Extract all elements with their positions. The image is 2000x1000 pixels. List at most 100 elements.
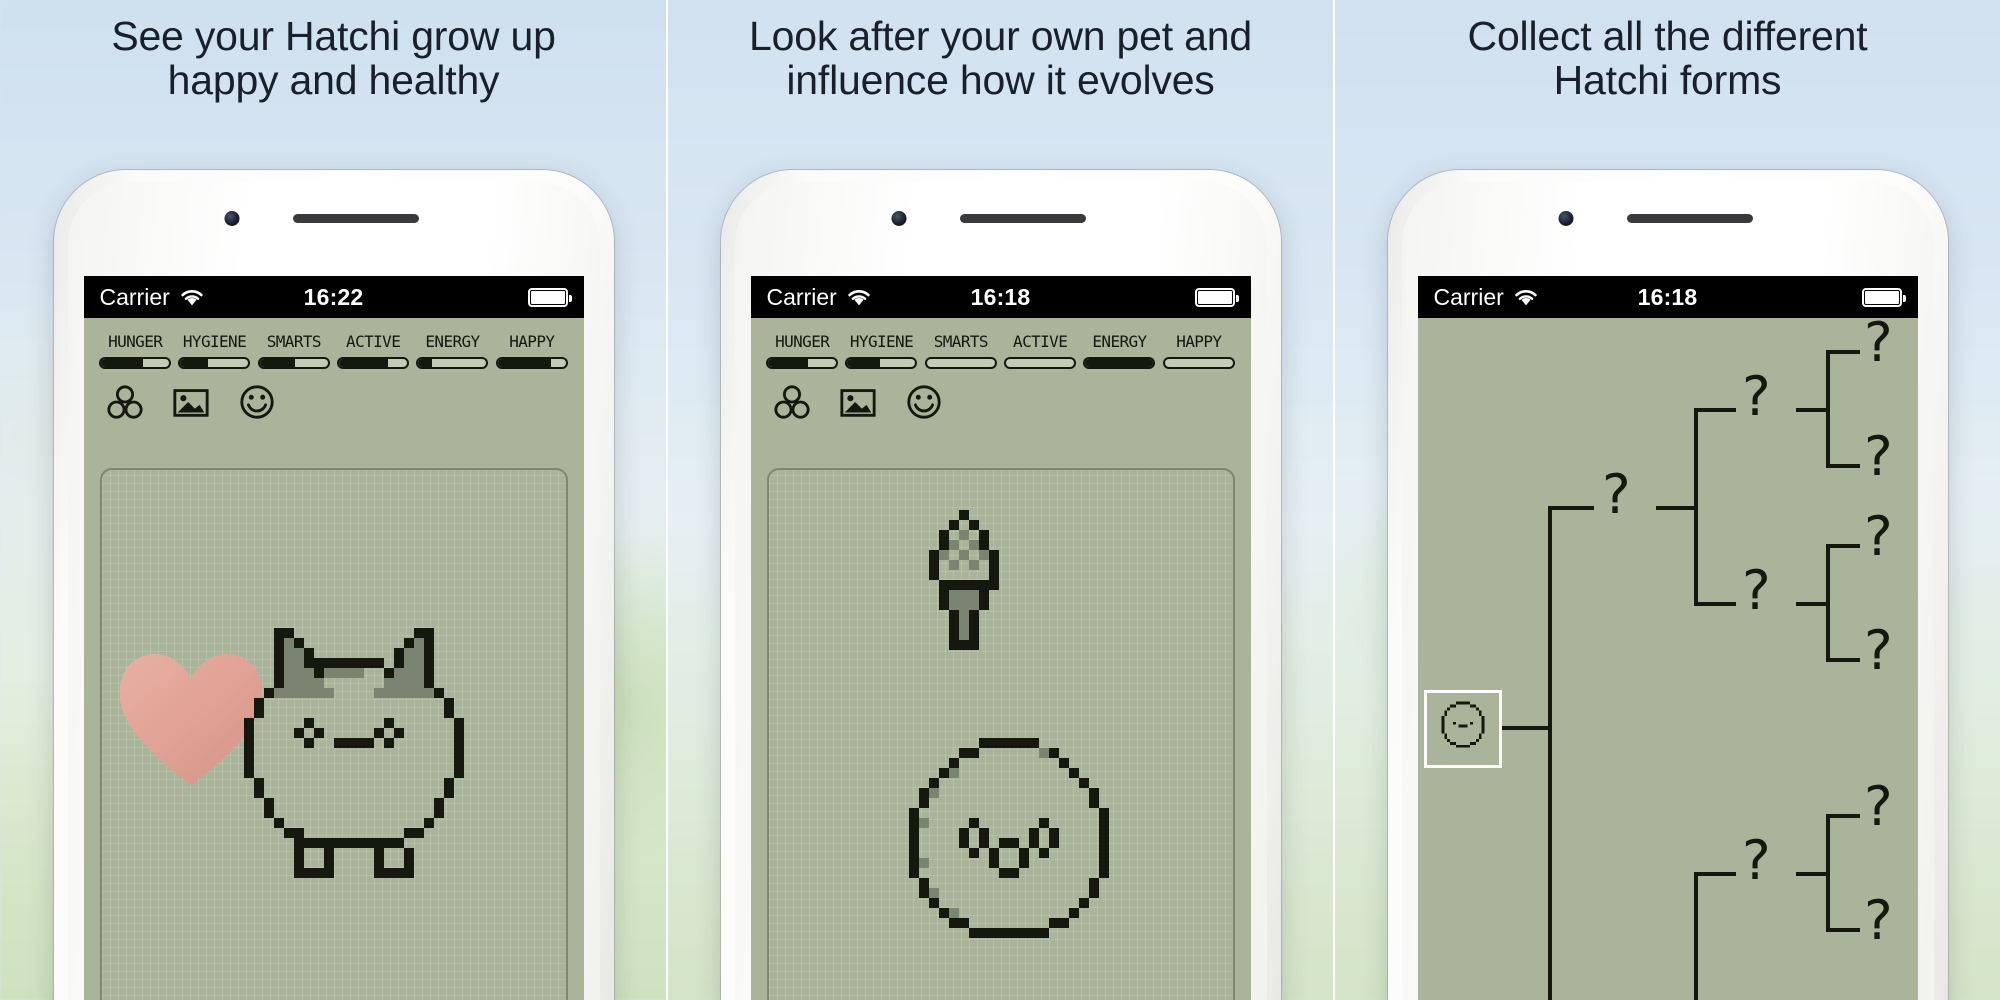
stat-active[interactable]: ACTIVE bbox=[1000, 332, 1079, 369]
battery-icon bbox=[527, 287, 572, 307]
pet-play-field[interactable] bbox=[99, 468, 568, 1000]
stat-hygiene[interactable]: HYGIENE bbox=[175, 332, 254, 369]
battery-icon bbox=[1861, 287, 1906, 307]
unknown-form-icon[interactable]: ? bbox=[1740, 564, 1773, 618]
stat-label: HAPPY bbox=[1176, 332, 1222, 351]
status-bar-time: 16:18 bbox=[1637, 283, 1698, 310]
smiley-icon[interactable] bbox=[905, 383, 943, 421]
tree-connector bbox=[1825, 350, 1860, 354]
pet-play-field[interactable] bbox=[766, 468, 1235, 1000]
stat-label: ACTIVE bbox=[1013, 332, 1068, 351]
unknown-form-icon[interactable]: ? bbox=[1862, 510, 1895, 564]
stat-bar bbox=[416, 357, 489, 369]
tree-connector bbox=[1825, 814, 1860, 818]
stat-label: HAPPY bbox=[509, 332, 555, 351]
panel-divider bbox=[1333, 0, 1335, 1000]
stat-smarts[interactable]: SMARTS bbox=[921, 332, 1000, 369]
tree-connector bbox=[1825, 546, 1830, 662]
stat-bar bbox=[99, 357, 172, 369]
tree-connector bbox=[1501, 726, 1552, 730]
unknown-form-icon[interactable]: ? bbox=[1600, 468, 1633, 522]
ios-status-bar: Carrier 16:18 bbox=[1417, 276, 1918, 318]
stat-happy[interactable]: HAPPY bbox=[492, 332, 571, 369]
lcd-toolbar bbox=[751, 369, 1251, 421]
photo-icon[interactable] bbox=[172, 383, 210, 421]
carrier-label: Carrier bbox=[99, 283, 170, 310]
tree-connector bbox=[1693, 408, 1736, 412]
ice-cream-sprite[interactable] bbox=[909, 510, 1019, 670]
earpiece-speaker bbox=[959, 214, 1086, 223]
screenshot-panel-1: See your Hatchi grow up happy and health… bbox=[0, 0, 667, 1000]
items-icon[interactable] bbox=[106, 383, 144, 421]
unknown-form-icon[interactable]: ? bbox=[1862, 430, 1895, 484]
stat-label: ENERGY bbox=[1092, 332, 1147, 351]
stat-bar bbox=[495, 357, 568, 369]
stat-bar bbox=[178, 357, 251, 369]
tree-connector bbox=[1693, 410, 1698, 606]
cat-pet-sprite[interactable] bbox=[214, 598, 494, 898]
panel-headline: Look after your own pet and influence ho… bbox=[749, 13, 1252, 104]
selected-form-box[interactable] bbox=[1423, 690, 1502, 768]
status-bar-time: 16:22 bbox=[303, 283, 364, 310]
evolution-tree[interactable]: ? ? ? ? ? ? ? ? ? ? bbox=[1417, 318, 1918, 1000]
stat-bar bbox=[1083, 357, 1156, 369]
tree-connector bbox=[1795, 408, 1830, 412]
unknown-form-icon[interactable]: ? bbox=[1862, 318, 1895, 370]
phone-frame: Carrier 16:22 HUNGER HYGIENE SMARTS ACTI… bbox=[53, 170, 614, 1000]
tree-connector bbox=[1547, 506, 1594, 510]
blob-pet-sprite[interactable] bbox=[879, 728, 1129, 958]
stat-energy[interactable]: ENERGY bbox=[1080, 332, 1159, 369]
phone-screen: Carrier 16:18 bbox=[750, 276, 1251, 1000]
items-icon[interactable] bbox=[773, 383, 811, 421]
stat-hunger[interactable]: HUNGER bbox=[763, 332, 842, 369]
tree-connector bbox=[1693, 874, 1698, 1000]
stat-bar bbox=[337, 357, 410, 369]
stat-label: HUNGER bbox=[775, 332, 830, 351]
stat-label: SMARTS bbox=[933, 332, 989, 351]
stat-bar bbox=[924, 357, 997, 369]
earpiece-speaker bbox=[1626, 214, 1753, 223]
blob-pet-sprite[interactable] bbox=[1427, 693, 1499, 765]
panel-divider bbox=[666, 0, 668, 1000]
front-camera-icon bbox=[891, 211, 906, 226]
wifi-icon bbox=[1515, 289, 1537, 305]
stat-active[interactable]: ACTIVE bbox=[333, 332, 412, 369]
stat-label: ACTIVE bbox=[346, 332, 401, 351]
tree-connector bbox=[1655, 506, 1698, 510]
stats-row: HUNGER HYGIENE SMARTS ACTIVE ENERGY HAPP… bbox=[751, 318, 1251, 369]
tree-connector bbox=[1825, 658, 1860, 662]
stat-bar bbox=[1162, 357, 1235, 369]
unknown-form-icon[interactable]: ? bbox=[1862, 894, 1895, 948]
wifi-icon bbox=[181, 289, 203, 305]
unknown-form-icon[interactable]: ? bbox=[1862, 624, 1895, 678]
status-bar-time: 16:18 bbox=[970, 283, 1031, 310]
smiley-icon[interactable] bbox=[238, 383, 276, 421]
phone-frame: Carrier 16:18 bbox=[720, 170, 1281, 1000]
carrier-label: Carrier bbox=[766, 283, 837, 310]
lcd-screen: HUNGER HYGIENE SMARTS ACTIVE ENERGY HAPP… bbox=[83, 318, 584, 1000]
front-camera-icon bbox=[224, 211, 239, 226]
stat-bar bbox=[1004, 357, 1077, 369]
tree-connector bbox=[1825, 544, 1860, 548]
front-camera-icon bbox=[1558, 211, 1573, 226]
tree-connector bbox=[1547, 508, 1552, 1000]
phone-screen: Carrier 16:22 HUNGER HYGIENE SMARTS ACTI… bbox=[83, 276, 584, 1000]
stat-energy[interactable]: ENERGY bbox=[413, 332, 492, 369]
unknown-form-icon[interactable]: ? bbox=[1740, 370, 1773, 424]
stat-hygiene[interactable]: HYGIENE bbox=[842, 332, 921, 369]
photo-icon[interactable] bbox=[839, 383, 877, 421]
stat-happy[interactable]: HAPPY bbox=[1159, 332, 1238, 369]
unknown-form-icon[interactable]: ? bbox=[1740, 834, 1773, 888]
stat-smarts[interactable]: SMARTS bbox=[254, 332, 333, 369]
lcd-screen: HUNGER HYGIENE SMARTS ACTIVE ENERGY HAPP… bbox=[750, 318, 1251, 1000]
unknown-form-icon[interactable]: ? bbox=[1862, 780, 1895, 834]
stats-row: HUNGER HYGIENE SMARTS ACTIVE ENERGY HAPP… bbox=[84, 318, 584, 369]
tree-connector bbox=[1795, 602, 1830, 606]
stat-label: ENERGY bbox=[425, 332, 480, 351]
stat-hunger[interactable]: HUNGER bbox=[96, 332, 175, 369]
stat-bar bbox=[257, 357, 330, 369]
app-store-screenshot-strip: See your Hatchi grow up happy and health… bbox=[0, 0, 2000, 1000]
panel-headline: Collect all the different Hatchi forms bbox=[1467, 13, 1868, 104]
phone-screen: Carrier 16:18 bbox=[1417, 276, 1918, 1000]
lcd-toolbar bbox=[84, 369, 584, 421]
